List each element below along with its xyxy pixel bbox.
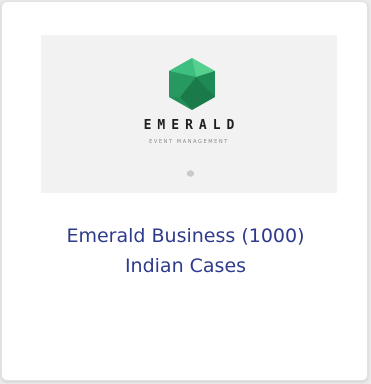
card-title-line-2: Indian Cases bbox=[124, 255, 247, 277]
product-thumbnail[interactable]: EMERALD EVENT MANAGEMENT bbox=[41, 35, 337, 193]
emerald-gem-icon bbox=[169, 58, 215, 110]
product-card[interactable]: EMERALD EVENT MANAGEMENT Emerald Busines… bbox=[1, 1, 368, 381]
logo-wordmark: EMERALD bbox=[143, 118, 241, 133]
watermark-mark-icon bbox=[187, 170, 194, 177]
card-title[interactable]: Emerald Business (1000) Indian Cases bbox=[2, 221, 369, 281]
logo-tagline: EVENT MANAGEMENT bbox=[149, 139, 229, 145]
card-title-line-1: Emerald Business (1000) bbox=[66, 225, 305, 247]
